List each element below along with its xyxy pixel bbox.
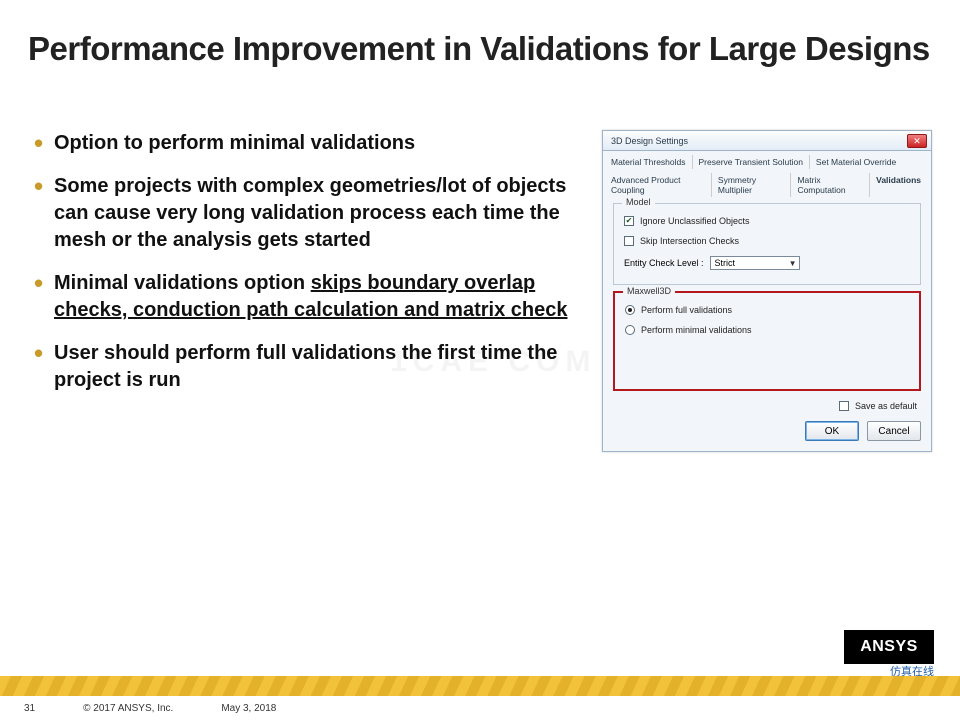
tab-symmetry-multiplier[interactable]: Symmetry Multiplier [711, 173, 787, 197]
dialog-title: 3D Design Settings [611, 136, 688, 146]
model-group-legend: Model [622, 197, 655, 207]
radio-icon[interactable] [625, 305, 635, 315]
entity-check-value: Strict [715, 258, 736, 268]
maxwell3d-group-legend: Maxwell3D [623, 286, 675, 296]
gold-band [0, 676, 960, 696]
bullet-list: Option to perform minimal validations So… [28, 130, 574, 452]
ignore-unclassified-row[interactable]: Ignore Unclassified Objects [624, 216, 910, 226]
maxwell3d-group: Maxwell3D Perform full validations Perfo… [613, 291, 921, 391]
copyright: © 2017 ANSYS, Inc. [83, 703, 173, 714]
tab-preserve-transient[interactable]: Preserve Transient Solution [692, 155, 805, 169]
cancel-button[interactable]: Cancel [867, 421, 921, 441]
tab-material-thresholds[interactable]: Material Thresholds [611, 155, 688, 169]
ignore-unclassified-label: Ignore Unclassified Objects [640, 216, 750, 226]
skip-intersection-label: Skip Intersection Checks [640, 236, 739, 246]
content-row: Option to perform minimal validations So… [0, 80, 960, 452]
bullet-4: User should perform full validations the… [28, 340, 574, 394]
slide-title: Performance Improvement in Validations f… [0, 0, 960, 80]
entity-check-label: Entity Check Level : [624, 258, 704, 268]
radio-icon[interactable] [625, 325, 635, 335]
entity-check-row: Entity Check Level : Strict ▼ [624, 256, 910, 270]
checkbox-icon[interactable] [624, 236, 634, 246]
dialog-titlebar: 3D Design Settings ✕ [603, 131, 931, 151]
tabs-row-2: Advanced Product Coupling Symmetry Multi… [603, 169, 931, 197]
ansys-logo: ANSYS [844, 630, 934, 664]
tab-matrix-computation[interactable]: Matrix Computation [790, 173, 865, 197]
close-icon[interactable]: ✕ [907, 134, 927, 148]
footer: 31 © 2017 ANSYS, Inc. May 3, 2018 [0, 676, 960, 720]
design-settings-dialog: 3D Design Settings ✕ Material Thresholds… [602, 130, 932, 452]
tab-advanced-coupling[interactable]: Advanced Product Coupling [611, 173, 707, 197]
chevron-down-icon: ▼ [789, 259, 797, 268]
skip-intersection-row[interactable]: Skip Intersection Checks [624, 236, 910, 246]
perform-minimal-row[interactable]: Perform minimal validations [625, 325, 909, 335]
perform-minimal-label: Perform minimal validations [641, 325, 752, 335]
entity-check-dropdown[interactable]: Strict ▼ [710, 256, 800, 270]
tabs-row-1: Material Thresholds Preserve Transient S… [603, 151, 931, 169]
bullet-1: Option to perform minimal validations [28, 130, 574, 157]
perform-full-label: Perform full validations [641, 305, 732, 315]
footer-row: 31 © 2017 ANSYS, Inc. May 3, 2018 [0, 696, 960, 720]
checkbox-icon[interactable] [624, 216, 634, 226]
perform-full-row[interactable]: Perform full validations [625, 305, 909, 315]
tab-set-material-override[interactable]: Set Material Override [809, 155, 898, 169]
bullet-3: Minimal validations option skips boundar… [28, 270, 574, 324]
model-group: Model Ignore Unclassified Objects Skip I… [613, 203, 921, 285]
bullet-2: Some projects with complex geometries/lo… [28, 173, 574, 254]
dialog-button-row: OK Cancel [603, 415, 931, 451]
save-default-label: Save as default [855, 401, 917, 411]
bullet-3-plain: Minimal validations option [54, 272, 311, 294]
slide-date: May 3, 2018 [221, 703, 276, 714]
page-number: 31 [24, 703, 35, 714]
tab-validations[interactable]: Validations [869, 173, 923, 197]
ok-button[interactable]: OK [805, 421, 859, 441]
save-default-row: Save as default [603, 397, 931, 415]
checkbox-icon[interactable] [839, 401, 849, 411]
save-default-check[interactable]: Save as default [839, 401, 917, 411]
